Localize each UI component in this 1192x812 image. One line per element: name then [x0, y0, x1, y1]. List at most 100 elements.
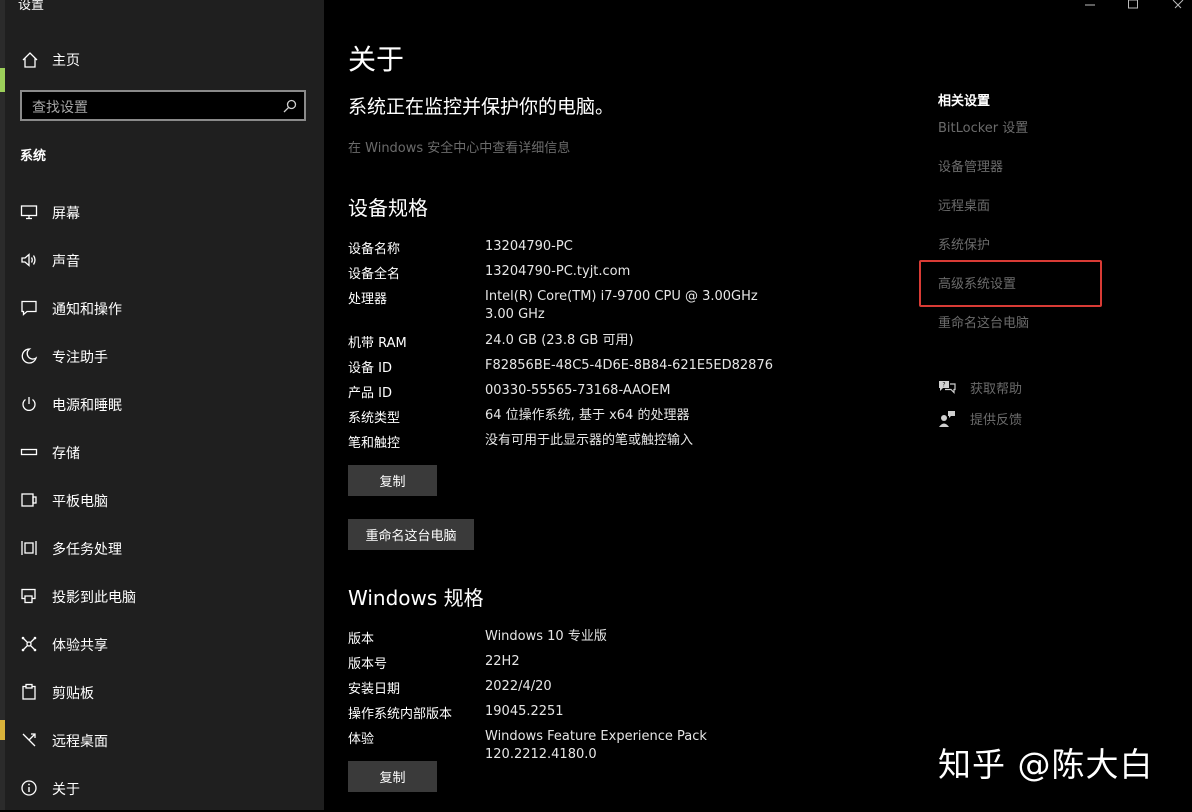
sidebar-item-label: 通知和操作 — [52, 302, 122, 318]
spec-value: Intel(R) Core(TM) i7-9700 CPU @ 3.00GHz … — [485, 289, 758, 322]
highlight-box — [919, 260, 1102, 307]
feedback-icon — [939, 410, 955, 427]
sidebar-item-multitasking[interactable]: 多任务处理 — [5, 524, 324, 572]
spec-value: F82856BE-48C5-4D6E-8B84-621E5ED82876 — [485, 358, 773, 373]
spec-value: 22H2 — [485, 654, 520, 669]
spec-row: 笔和触控 没有可用于此显示器的笔或触控输入 — [348, 432, 818, 457]
spec-row: 版本号 22H2 — [348, 653, 818, 678]
monitor-icon — [20, 205, 38, 220]
remote-desktop-icon — [22, 733, 36, 747]
spec-row: 安装日期 2022/4/20 — [348, 678, 818, 703]
section-system: 系统 — [20, 149, 47, 164]
sidebar-item-project[interactable]: 投影到此电脑 — [5, 572, 324, 620]
sidebar-item-label: 电源和睡眠 — [52, 398, 122, 414]
spec-row: 设备全名 13204790-PC.tyjt.com — [348, 263, 818, 288]
sidebar-item-home[interactable]: 主页 — [5, 44, 324, 76]
multitask-icon — [21, 541, 37, 555]
spec-value: 64 位操作系统, 基于 x64 的处理器 — [485, 408, 690, 423]
get-help-label: 获取帮助 — [970, 382, 1023, 397]
sidebar-item-remote-desktop[interactable]: 远程桌面 — [5, 716, 324, 764]
spec-value: 13204790-PC.tyjt.com — [485, 264, 631, 279]
sidebar-item-tablet[interactable]: 平板电脑 — [5, 476, 324, 524]
rename-pc-button[interactable]: 重命名这台电脑 — [348, 519, 474, 550]
related-settings-title: 相关设置 — [938, 94, 991, 109]
spec-key: 版本号 — [348, 657, 388, 672]
notification-icon — [21, 300, 37, 316]
sidebar-item-label: 远程桌面 — [52, 734, 108, 750]
related-settings: 相关设置 — [938, 90, 1138, 109]
tablet-icon — [21, 493, 37, 507]
svg-text:?: ? — [942, 381, 945, 388]
sidebar-item-label: 屏幕 — [52, 206, 80, 222]
sidebar-item-label: 主页 — [52, 53, 80, 69]
project-icon — [21, 588, 36, 604]
maximize-icon[interactable] — [1128, 0, 1138, 10]
sidebar-item-shared-experiences[interactable]: 体验共享 — [5, 620, 324, 668]
rename-pc-link[interactable]: 重命名这台电脑 — [938, 312, 1029, 331]
device-specs: 设备名称 13204790-PC 设备全名 13204790-PC.tyjt.com… — [348, 238, 818, 457]
spec-value: 2022/4/20 — [485, 679, 552, 694]
home-icon — [22, 52, 38, 68]
sidebar-item-label: 关于 — [52, 782, 80, 798]
spec-value: Windows 10 专业版 — [485, 629, 607, 644]
sidebar-item-clipboard[interactable]: 剪贴板 — [5, 668, 324, 716]
spec-key: 处理器 — [348, 292, 388, 307]
spec-key: 安装日期 — [348, 682, 401, 697]
protection-status: 系统正在监控并保护你的电脑。 — [348, 96, 615, 118]
sidebar-item-label: 剪贴板 — [52, 686, 94, 702]
sidebar-item-screen[interactable]: 屏幕 — [5, 188, 324, 236]
spec-row: 系统类型 64 位操作系统, 基于 x64 的处理器 — [348, 407, 818, 432]
get-help-link[interactable]: ? 获取帮助 — [938, 378, 1022, 397]
device-specs-title: 设备规格 — [348, 196, 428, 220]
system-protection-link[interactable]: 系统保护 — [938, 234, 990, 253]
spec-value: 13204790-PC — [485, 239, 573, 254]
spec-row: 产品 ID 00330-55565-73168-AAOEM — [348, 382, 818, 407]
spec-key: 笔和触控 — [348, 436, 401, 451]
device-manager-link[interactable]: 设备管理器 — [938, 156, 1003, 175]
spec-key: 机带 RAM — [348, 336, 407, 351]
sidebar-item-storage[interactable]: 存储 — [5, 428, 324, 476]
share-icon — [21, 636, 37, 652]
spec-row: 操作系统内部版本 19045.2251 — [348, 703, 818, 728]
sidebar-item-label: 专注助手 — [52, 350, 108, 366]
security-center-link[interactable]: 在 Windows 安全中心中查看详细信息 — [348, 137, 570, 156]
watermark: 知乎 @陈大白 — [938, 745, 1154, 784]
search-icon[interactable] — [283, 99, 297, 113]
sidebar-item-label: 体验共享 — [52, 638, 108, 654]
sidebar: 设置 主页 查找设置 系统 屏幕 声音 通知和操作 专注助手 电源和睡眠 存储 … — [5, 0, 324, 810]
sidebar-item-label: 投影到此电脑 — [52, 590, 136, 606]
spec-key: 系统类型 — [348, 411, 401, 426]
spec-key: 设备全名 — [348, 267, 401, 282]
storage-icon — [20, 448, 38, 456]
sidebar-item-about[interactable]: 关于 — [5, 764, 324, 812]
spec-value: Windows Feature Experience Pack 120.2212… — [485, 729, 707, 762]
copy-device-specs-button[interactable]: 复制 — [348, 465, 437, 496]
minimize-icon[interactable] — [1085, 0, 1095, 10]
spec-row: 处理器 Intel(R) Core(TM) i7-9700 CPU @ 3.00G… — [348, 288, 818, 332]
spec-row: 设备 ID F82856BE-48C5-4D6E-8B84-621E5ED8287… — [348, 357, 818, 382]
spec-value: 24.0 GB (23.8 GB 可用) — [485, 333, 634, 348]
sidebar-item-label: 存储 — [52, 446, 80, 462]
spec-key: 操作系统内部版本 — [348, 707, 453, 722]
sidebar-item-focus-assist[interactable]: 专注助手 — [5, 332, 324, 380]
spec-value: 19045.2251 — [485, 704, 564, 719]
spec-row: 版本 Windows 10 专业版 — [348, 628, 818, 653]
search-input[interactable]: 查找设置 — [20, 90, 306, 121]
spec-row: 机带 RAM 24.0 GB (23.8 GB 可用) — [348, 332, 818, 357]
feedback-link[interactable]: 提供反馈 — [938, 409, 1022, 428]
spec-key: 设备 ID — [348, 361, 392, 376]
spec-key: 产品 ID — [348, 386, 392, 401]
sidebar-item-power[interactable]: 电源和睡眠 — [5, 380, 324, 428]
copy-windows-specs-button[interactable]: 复制 — [348, 761, 437, 792]
sidebar-nav: 屏幕 声音 通知和操作 专注助手 电源和睡眠 存储 平板电脑 多任务处理 投影到… — [5, 188, 324, 812]
clipboard-icon — [22, 683, 36, 700]
spec-key: 设备名称 — [348, 242, 401, 257]
close-icon[interactable] — [1172, 0, 1184, 10]
speaker-icon — [21, 253, 36, 267]
sidebar-item-sound[interactable]: 声音 — [5, 236, 324, 284]
window-title: 设置 — [18, 0, 45, 13]
bitlocker-settings-link[interactable]: BitLocker 设置 — [938, 117, 1028, 136]
remote-desktop-link[interactable]: 远程桌面 — [938, 195, 990, 214]
sidebar-item-notifications[interactable]: 通知和操作 — [5, 284, 324, 332]
spec-row: 体验 Windows Feature Experience Pack 120.22… — [348, 728, 818, 762]
